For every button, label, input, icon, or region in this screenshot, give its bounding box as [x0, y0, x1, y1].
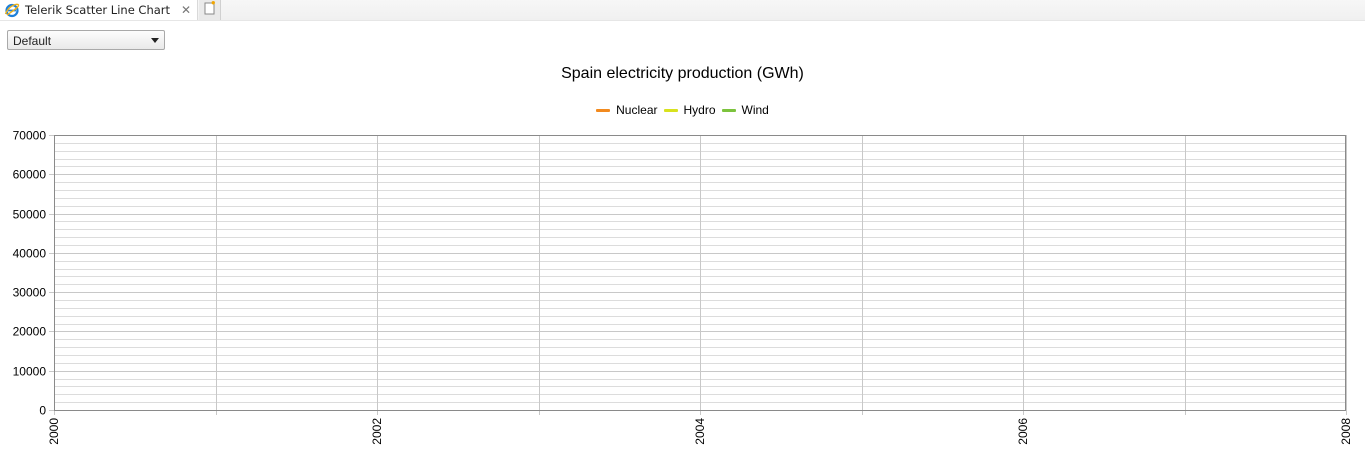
x-tick-label: 2008 — [1339, 418, 1353, 445]
y-tick-label: 40000 — [13, 247, 47, 261]
legend-label-nuclear: Nuclear — [616, 103, 658, 117]
y-tick-label: 20000 — [13, 325, 47, 339]
scatter-line-chart: 0 10000 20000 30000 40000 50000 60000 70000 200… — [13, 129, 1353, 445]
chart-title: Spain electricity production (GWh) — [561, 65, 804, 82]
legend-swatch-nuclear — [596, 108, 611, 112]
new-tab-icon — [203, 0, 217, 20]
theme-dropdown[interactable]: Default — [7, 30, 165, 50]
x-tick-label: 2002 — [370, 418, 384, 445]
dropdown-selected-value: Default — [13, 34, 52, 48]
y-tick-label: 0 — [39, 404, 46, 418]
x-axis-tick-labels: 2000 2002 2004 2006 2008 — [47, 418, 1353, 445]
close-tab-icon[interactable]: ✕ — [179, 3, 193, 17]
legend-label-wind: Wind — [741, 103, 769, 117]
tab-strip: Telerik Scatter Line Chart ✕ — [0, 0, 1365, 21]
browser-tab[interactable]: Telerik Scatter Line Chart ✕ — [0, 0, 198, 20]
y-axis-tick-labels: 0 10000 20000 30000 40000 50000 60000 70000 — [13, 129, 47, 418]
x-tick-label: 2004 — [693, 418, 707, 445]
tab-title: Telerik Scatter Line Chart — [25, 3, 171, 17]
major-gridlines — [49, 135, 1347, 415]
y-tick-label: 70000 — [13, 129, 47, 143]
y-tick-label: 50000 — [13, 208, 47, 222]
x-tick-label: 2000 — [47, 418, 61, 445]
chart-legend: Nuclear Hydro Wind — [0, 103, 1365, 117]
y-tick-label: 10000 — [13, 365, 47, 379]
chevron-down-icon — [151, 38, 159, 43]
legend-item-hydro[interactable]: Hydro — [663, 103, 716, 117]
new-tab-button[interactable] — [199, 0, 221, 20]
y-tick-label: 60000 — [13, 168, 47, 182]
ie-browser-icon — [4, 2, 20, 18]
y-tick-label: 30000 — [13, 286, 47, 300]
legend-swatch-hydro — [663, 108, 678, 112]
legend-item-nuclear[interactable]: Nuclear — [596, 103, 658, 117]
x-tick-label: 2006 — [1016, 418, 1030, 445]
legend-label-hydro: Hydro — [683, 103, 716, 117]
legend-item-wind[interactable]: Wind — [721, 103, 769, 117]
legend-swatch-wind — [721, 108, 736, 112]
